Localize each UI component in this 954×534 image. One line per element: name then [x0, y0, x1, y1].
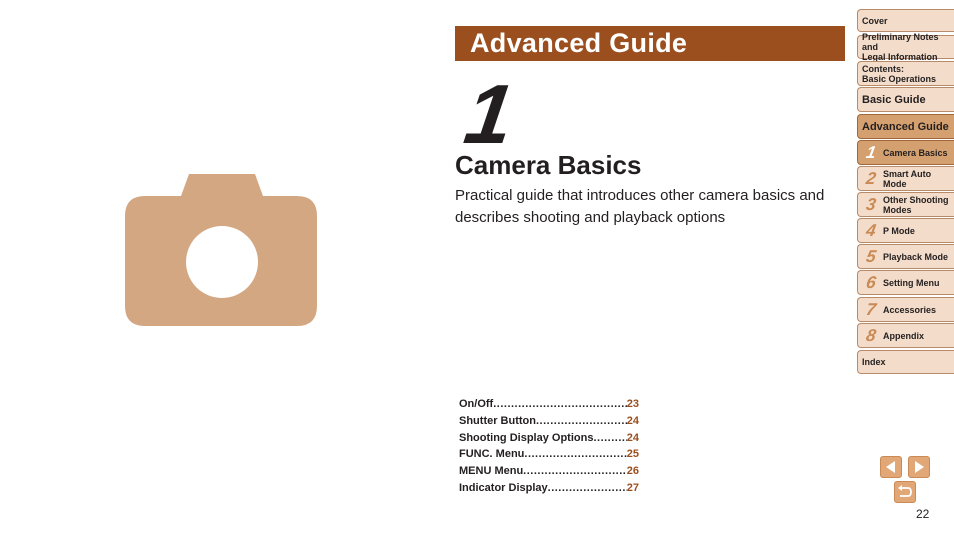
chapter-number-icon: 7	[864, 299, 878, 319]
sidebar-item-label: Contents: Basic Operations	[862, 64, 936, 84]
sidebar-item-label: Cover	[862, 15, 888, 26]
sidebar-item-label: Appendix	[883, 330, 925, 341]
sidebar-item-advanced-guide[interactable]: Advanced Guide	[857, 114, 954, 139]
toc-entry[interactable]: Shutter Button 24	[459, 413, 639, 430]
sidebar-chapter-5[interactable]: 5 Playback Mode	[857, 244, 954, 269]
chapter-number-icon: 3	[864, 194, 878, 214]
toc-label: On/Off	[459, 398, 494, 410]
toc-label: Shutter Button	[459, 414, 536, 427]
sidebar-chapter-6[interactable]: 6 Setting Menu	[857, 270, 954, 295]
toc-page[interactable]: 26	[627, 463, 639, 480]
toc-page[interactable]: 24	[627, 413, 639, 430]
toc-page[interactable]: 23	[627, 396, 639, 413]
toc-entry[interactable]: Shooting Display Options 24	[459, 430, 639, 447]
return-button[interactable]	[894, 481, 916, 503]
triangle-left-icon	[886, 461, 895, 473]
chapter-number-icon: 6	[864, 272, 878, 292]
toc-label: Shooting Display Options	[459, 431, 594, 444]
chapter-number-icon: 1	[864, 142, 878, 162]
next-page-button[interactable]	[908, 456, 930, 478]
toc-entry[interactable]: FUNC. Menu 25	[459, 446, 639, 463]
sidebar-item-label: Camera Basics	[883, 147, 948, 158]
section-header: Advanced Guide	[455, 26, 845, 61]
chapter-description: Practical guide that introduces other ca…	[455, 187, 825, 226]
page-number: 22	[916, 507, 930, 521]
sidebar-item-index[interactable]: Index	[857, 350, 954, 374]
return-arrow-icon	[898, 485, 912, 497]
toc-leader	[593, 430, 626, 447]
sidebar-item-preliminary-notes[interactable]: Preliminary Notes and Legal Information	[857, 32, 954, 62]
sidebar-item-label: Smart Auto Mode	[883, 168, 932, 189]
toc-page[interactable]: 27	[627, 480, 639, 497]
sidebar-item-label: Preliminary Notes and Legal Information	[862, 32, 954, 62]
sidebar-item-label: Accessories	[883, 304, 937, 315]
chapter-number-icon: 8	[864, 325, 878, 345]
label-line: Preliminary Notes and	[862, 32, 939, 52]
toc-entry[interactable]: Indicator Display 27	[459, 480, 639, 497]
sidebar-chapter-4[interactable]: 4 P Mode	[857, 218, 954, 243]
sidebar-item-label: Setting Menu	[883, 277, 940, 288]
chapter-number-icon: 5	[864, 246, 878, 266]
sidebar-chapter-3[interactable]: 3 Other Shooting Modes	[857, 192, 954, 217]
sidebar-chapter-8[interactable]: 8 Appendix	[857, 323, 954, 348]
toc-page[interactable]: 25	[627, 446, 639, 463]
sidebar-item-basic-guide[interactable]: Basic Guide	[857, 87, 954, 112]
toc-label: FUNC. Menu	[459, 448, 525, 461]
camera-icon	[125, 174, 317, 326]
chapter-number: 1	[459, 67, 520, 161]
sidebar-item-cover[interactable]: Cover	[857, 9, 954, 32]
toc-entry[interactable]: On/Off 23	[459, 396, 639, 413]
toc-leader	[493, 396, 627, 413]
toc-label: MENU Menu	[459, 465, 524, 478]
toc-entry[interactable]: MENU Menu 26	[459, 463, 639, 480]
sidebar-item-label: Basic Guide	[862, 93, 926, 106]
label-line: Contents:	[862, 63, 904, 74]
previous-page-button[interactable]	[880, 456, 902, 478]
toc-leader	[524, 446, 626, 463]
triangle-right-icon	[915, 461, 924, 473]
toc-leader	[548, 480, 627, 497]
chapter-number-icon: 4	[864, 220, 878, 240]
sidebar-chapter-1[interactable]: 1 Camera Basics	[857, 140, 954, 165]
toc-leader	[523, 463, 627, 480]
chapter-number-icon: 2	[864, 168, 878, 188]
sidebar-item-label: Index	[862, 357, 886, 367]
sidebar-item-label: Advanced Guide	[862, 120, 949, 133]
toc-leader	[536, 413, 627, 430]
chapter-title: Camera Basics	[455, 150, 642, 180]
label-line: Basic Operations	[862, 73, 937, 84]
sidebar-chapter-2[interactable]: 2 Smart Auto Mode	[857, 166, 954, 191]
toc-page[interactable]: 24	[627, 430, 639, 447]
sidebar-chapter-7[interactable]: 7 Accessories	[857, 297, 954, 322]
sidebar-item-contents[interactable]: Contents: Basic Operations	[857, 61, 954, 86]
table-of-contents: On/Off 23 Shutter Button 24 Shooting Displ…	[459, 396, 639, 497]
sidebar-item-label: Playback Mode	[883, 251, 949, 262]
sidebar-item-label: Other Shooting Modes	[883, 194, 949, 215]
toc-label: Indicator Display	[459, 481, 548, 494]
sidebar-item-label: P Mode	[883, 225, 915, 236]
